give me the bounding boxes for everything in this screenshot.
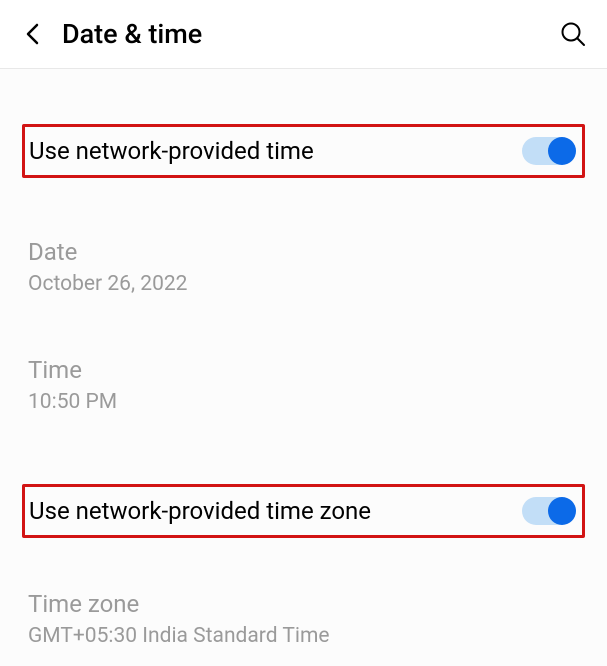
toggle-knob xyxy=(548,497,576,525)
date-value: October 26, 2022 xyxy=(28,272,579,296)
timezone-row: Time zone GMT+05:30 India Standard Time xyxy=(0,572,607,666)
date-row: Date October 26, 2022 xyxy=(0,220,607,314)
network-time-toggle[interactable] xyxy=(522,137,574,165)
header-bar: Date & time xyxy=(0,0,607,69)
time-title: Time xyxy=(28,356,579,384)
back-icon[interactable] xyxy=(20,22,44,46)
timezone-value: GMT+05:30 India Standard Time xyxy=(28,624,579,648)
date-title: Date xyxy=(28,238,579,266)
network-timezone-row[interactable]: Use network-provided time zone xyxy=(22,484,585,538)
toggle-knob xyxy=(548,137,576,165)
time-row: Time 10:50 PM xyxy=(0,338,607,432)
search-icon[interactable] xyxy=(559,20,587,48)
network-timezone-label: Use network-provided time zone xyxy=(29,497,522,525)
timezone-title: Time zone xyxy=(28,590,579,618)
network-time-label: Use network-provided time xyxy=(29,137,522,165)
network-time-row[interactable]: Use network-provided time xyxy=(22,124,585,178)
network-timezone-toggle[interactable] xyxy=(522,497,574,525)
time-value: 10:50 PM xyxy=(28,390,579,414)
page-title: Date & time xyxy=(62,18,559,50)
content-area: Use network-provided time Date October 2… xyxy=(0,69,607,666)
